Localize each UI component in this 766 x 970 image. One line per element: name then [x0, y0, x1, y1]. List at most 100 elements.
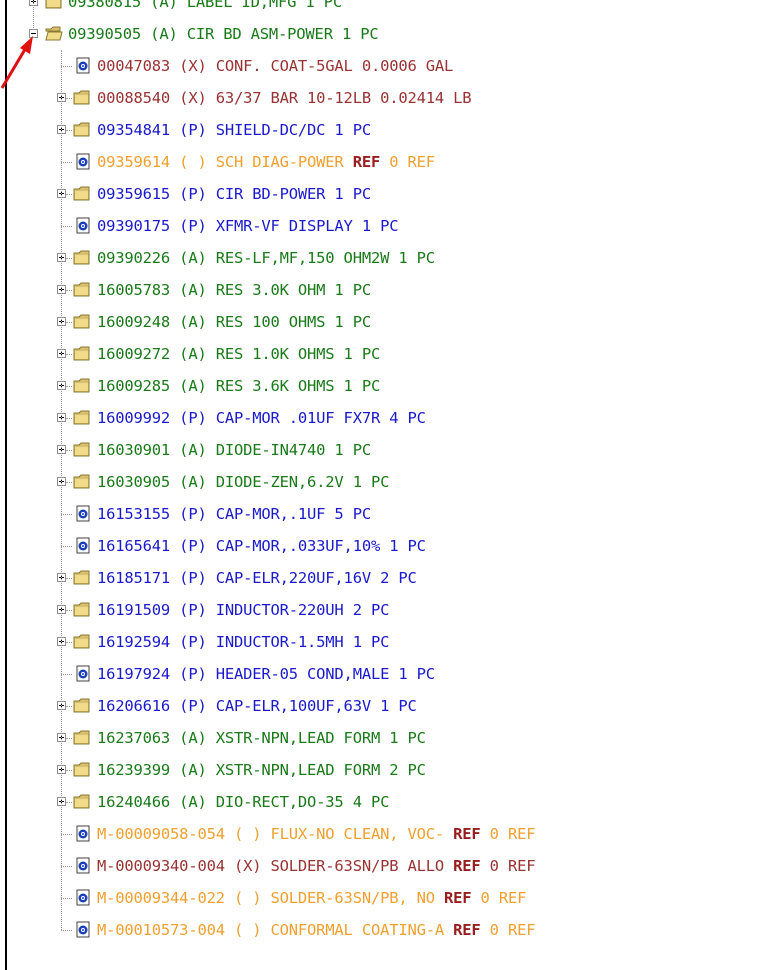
item-text: 16240466 (A) DIO-RECT,DO-35 4 PC [97, 793, 390, 811]
document-icon [76, 665, 90, 682]
folder-closed-icon [73, 378, 90, 393]
tree-row-folder[interactable]: 16009248 (A) RES 100 OHMS 1 PC [0, 306, 766, 338]
tree-connector [66, 802, 72, 803]
tree-row-label: 16237063 (A) XSTR-NPN,LEAD FORM 1 PC [97, 722, 426, 754]
tree-row-label: 16185171 (P) CAP-ELR,220UF,16V 2 PC [97, 562, 417, 594]
folder-closed-icon [73, 602, 90, 617]
tree-connector [66, 706, 72, 707]
tree-row-label: 16197924 (P) HEADER-05 COND,MALE 1 PC [97, 658, 435, 690]
tree-row-partial[interactable]: 09380815 (A) LABEL ID,MFG 1 PC [0, 0, 766, 18]
tree-row-label: 16009248 (A) RES 100 OHMS 1 PC [97, 306, 371, 338]
tree-row-leaf[interactable]: 16153155 (P) CAP-MOR,.1UF 5 PC [0, 498, 766, 530]
item-text: 16185171 (P) CAP-ELR,220UF,16V 2 PC [97, 569, 417, 587]
item-text: 16009248 (A) RES 100 OHMS 1 PC [97, 313, 371, 331]
item-qty: 0 REF [480, 825, 536, 843]
tree-connector [66, 354, 72, 355]
tree-connector [66, 770, 72, 771]
tree-row-leaf[interactable]: 09390175 (P) XFMR-VF DISPLAY 1 PC [0, 210, 766, 242]
folder-closed-icon [73, 282, 90, 297]
tree-row-folder[interactable]: 16191509 (P) INDUCTOR-220UH 2 PC [0, 594, 766, 626]
tree-connector [66, 610, 72, 611]
tree-row-folder[interactable]: 09359615 (P) CIR BD-POWER 1 PC [0, 178, 766, 210]
tree-row-label: 16206616 (P) CAP-ELR,100UF,63V 1 PC [97, 690, 417, 722]
folder-closed-icon [73, 474, 90, 489]
tree-connector [61, 930, 72, 931]
item-text: 00047083 (X) CONF. COAT-5GAL 0.0006 GAL [97, 57, 454, 75]
folder-closed-icon [73, 250, 90, 265]
tree-connector [61, 162, 72, 163]
tree-connector [61, 66, 72, 67]
tree-row-label: 16030905 (A) DIODE-ZEN,6.2V 1 PC [97, 466, 389, 498]
tree-connector [66, 322, 72, 323]
tree-row-folder[interactable]: 16009272 (A) RES 1.0K OHMS 1 PC [0, 338, 766, 370]
tree-row-label: 16009992 (P) CAP-MOR .01UF FX7R 4 PC [97, 402, 426, 434]
folder-closed-icon [73, 314, 90, 329]
tree-connector [66, 130, 72, 131]
folder-closed-icon [73, 122, 90, 137]
tree-row-label: M-00009344-022 ( ) SOLDER-63SN/PB, NO RE… [97, 882, 526, 914]
ref-keyword: REF [444, 889, 472, 907]
tree-row-label: M-00009340-004 (X) SOLDER-63SN/PB ALLO R… [97, 850, 536, 882]
tree-row-leaf[interactable]: M-00010573-004 ( ) CONFORMAL COATING-A R… [0, 914, 766, 946]
tree-row-label: 09380815 (A) LABEL ID,MFG 1 PC [68, 0, 342, 11]
document-icon [76, 921, 90, 938]
item-text: 16153155 (P) CAP-MOR,.1UF 5 PC [97, 505, 371, 523]
item-qty: 0 REF [380, 153, 435, 171]
tree-row-folder[interactable]: 16240466 (A) DIO-RECT,DO-35 4 PC [0, 786, 766, 818]
item-text: M-00009344-022 ( ) SOLDER-63SN/PB, NO [97, 889, 445, 907]
tree-row-folder[interactable]: 16185171 (P) CAP-ELR,220UF,16V 2 PC [0, 562, 766, 594]
tree-row-leaf[interactable]: M-00009340-004 (X) SOLDER-63SN/PB ALLO R… [0, 850, 766, 882]
tree-row-label: 00088540 (X) 63/37 BAR 10-12LB 0.02414 L… [97, 82, 472, 114]
item-text: 09390226 (A) RES-LF,MF,150 OHM2W 1 PC [97, 249, 435, 267]
item-text: 16191509 (P) INDUCTOR-220UH 2 PC [97, 601, 390, 619]
tree-row-label: M-00009058-054 ( ) FLUX-NO CLEAN, VOC- R… [97, 818, 536, 850]
tree-row-label: 16239399 (A) XSTR-NPN,LEAD FORM 2 PC [97, 754, 426, 786]
tree-row-leaf[interactable]: 16197924 (P) HEADER-05 COND,MALE 1 PC [0, 658, 766, 690]
tree-row-leaf[interactable]: 09359614 ( ) SCH DIAG-POWER REF 0 REF [0, 146, 766, 178]
tree-row-label: 09359614 ( ) SCH DIAG-POWER REF 0 REF [97, 146, 435, 178]
tree-connector [61, 546, 72, 547]
tree-row-folder[interactable]: 16237063 (A) XSTR-NPN,LEAD FORM 1 PC [0, 722, 766, 754]
tree-row-folder[interactable]: 16009285 (A) RES 3.6K OHMS 1 PC [0, 370, 766, 402]
folder-closed-icon [73, 730, 90, 745]
tree-connector [66, 482, 72, 483]
tree-connector [66, 578, 72, 579]
tree-row-folder[interactable]: 16206616 (P) CAP-ELR,100UF,63V 1 PC [0, 690, 766, 722]
tree-row-leaf[interactable]: 16165641 (P) CAP-MOR,.033UF,10% 1 PC [0, 530, 766, 562]
tree-row-folder[interactable]: 16009992 (P) CAP-MOR .01UF FX7R 4 PC [0, 402, 766, 434]
tree-row-folder[interactable]: 16030901 (A) DIODE-IN4740 1 PC [0, 434, 766, 466]
tree-row-label: 16192594 (P) INDUCTOR-1.5MH 1 PC [97, 626, 389, 658]
document-icon [76, 153, 90, 170]
folder-closed-icon [45, 0, 62, 9]
tree-row-folder[interactable]: 16239399 (A) XSTR-NPN,LEAD FORM 2 PC [0, 754, 766, 786]
tree-row-label: 16030901 (A) DIODE-IN4740 1 PC [97, 434, 371, 466]
document-icon [76, 537, 90, 554]
tree-connector [66, 386, 72, 387]
tree-row-label: 09354841 (P) SHIELD-DC/DC 1 PC [97, 114, 371, 146]
tree-row-folder[interactable]: 09390226 (A) RES-LF,MF,150 OHM2W 1 PC [0, 242, 766, 274]
tree-row-folder[interactable]: 00088540 (X) 63/37 BAR 10-12LB 0.02414 L… [0, 82, 766, 114]
bom-tree[interactable]: 09380815 (A) LABEL ID,MFG 1 PC 09390505 … [0, 0, 766, 946]
tree-row-folder[interactable]: 16030905 (A) DIODE-ZEN,6.2V 1 PC [0, 466, 766, 498]
item-text: 16030905 (A) DIODE-ZEN,6.2V 1 PC [97, 473, 390, 491]
tree-connector [66, 738, 72, 739]
item-text: 16197924 (P) HEADER-05 COND,MALE 1 PC [97, 665, 435, 683]
tree-row-folder[interactable]: 16005783 (A) RES 3.0K OHM 1 PC [0, 274, 766, 306]
tree-row-label: 09359615 (P) CIR BD-POWER 1 PC [97, 178, 371, 210]
tree-row-leaf[interactable]: M-00009058-054 ( ) FLUX-NO CLEAN, VOC- R… [0, 818, 766, 850]
tree-row-root[interactable]: 09390505 (A) CIR BD ASM-POWER 1 PC [0, 18, 766, 50]
folder-closed-icon [73, 698, 90, 713]
tree-row-label: 09390226 (A) RES-LF,MF,150 OHM2W 1 PC [97, 242, 435, 274]
tree-row-leaf[interactable]: M-00009344-022 ( ) SOLDER-63SN/PB, NO RE… [0, 882, 766, 914]
item-text: M-00009340-004 (X) SOLDER-63SN/PB ALLO [97, 857, 454, 875]
tree-row-folder[interactable]: 16192594 (P) INDUCTOR-1.5MH 1 PC [0, 626, 766, 658]
tree-row-folder[interactable]: 09354841 (P) SHIELD-DC/DC 1 PC [0, 114, 766, 146]
folder-closed-icon [73, 762, 90, 777]
tree-connector [66, 98, 72, 99]
item-text: 16030901 (A) DIODE-IN4740 1 PC [97, 441, 371, 459]
document-icon [76, 505, 90, 522]
tree-row-leaf[interactable]: 00047083 (X) CONF. COAT-5GAL 0.0006 GAL [0, 50, 766, 82]
item-text: 16192594 (P) INDUCTOR-1.5MH 1 PC [97, 633, 390, 651]
tree-row-label: 16005783 (A) RES 3.0K OHM 1 PC [97, 274, 371, 306]
tree-row-label: 16240466 (A) DIO-RECT,DO-35 4 PC [97, 786, 389, 818]
